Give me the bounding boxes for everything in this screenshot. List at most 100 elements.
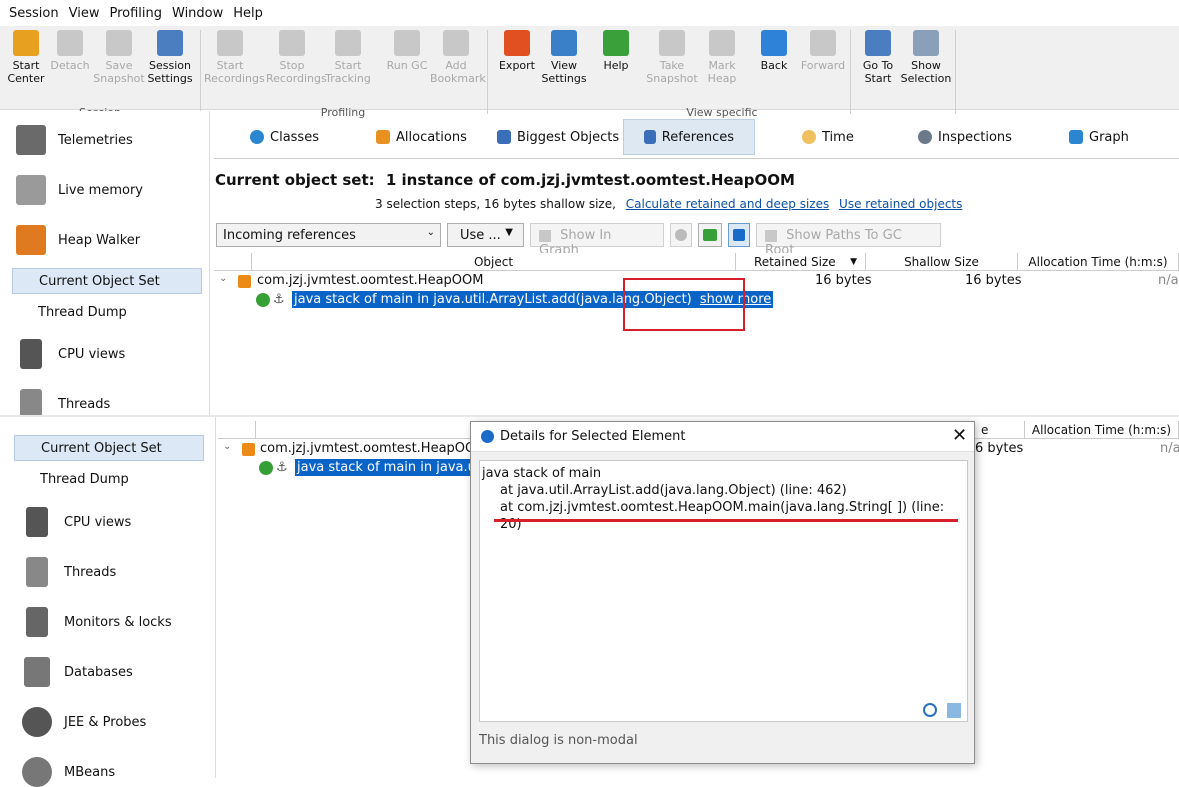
- settings-button[interactable]: [670, 223, 692, 247]
- sidebar-item-cpu-views[interactable]: CPU views: [16, 339, 125, 369]
- calculate-retained-link[interactable]: Calculate retained and deep sizes: [626, 197, 829, 211]
- filter-button[interactable]: [698, 223, 722, 247]
- menu-window[interactable]: Window: [167, 6, 228, 21]
- toolbar-button-label: Show Selection: [900, 59, 952, 85]
- mark-heap-icon: [709, 30, 735, 56]
- tab-time[interactable]: Time: [802, 119, 854, 155]
- heap-walker-icon: [16, 225, 46, 255]
- column-header-object[interactable]: O: [256, 421, 506, 439]
- save-snapshot-button[interactable]: Save Snapshot: [93, 30, 145, 85]
- classes-icon: [250, 130, 264, 144]
- take-snapshot-button[interactable]: Take Snapshot: [646, 30, 698, 85]
- sidebar-item-telemetries[interactable]: Telemetries: [16, 125, 133, 155]
- tab-biggest-objects[interactable]: Biggest Objects: [497, 119, 619, 155]
- back-button[interactable]: Back: [748, 30, 800, 72]
- menu-session[interactable]: Session: [4, 6, 64, 21]
- toolbar-separator: [850, 30, 851, 114]
- tabs-divider: [214, 158, 1179, 159]
- show-selection-button[interactable]: Show Selection: [900, 30, 952, 85]
- tab-graph[interactable]: Graph: [1069, 119, 1129, 155]
- tab-label: Time: [822, 129, 854, 145]
- sidebar-sub-thread-dump[interactable]: Thread Dump: [14, 467, 204, 493]
- start-tracking-button[interactable]: Start Tracking: [322, 30, 374, 85]
- sidebar-sub-thread-dump[interactable]: Thread Dump: [12, 300, 202, 326]
- toolbar-button-label: Run GC: [386, 59, 428, 72]
- detach-button[interactable]: Detach: [44, 30, 96, 72]
- sidebar-item-label: Heap Walker: [58, 232, 141, 248]
- sidebar-item-heap-walker[interactable]: Heap Walker: [16, 225, 140, 255]
- help-button[interactable]: Help: [590, 30, 642, 72]
- search-icon[interactable]: [923, 703, 937, 717]
- column-header-object[interactable]: Object: [252, 253, 736, 271]
- details-dialog: Details for Selected Element ✕ java stac…: [470, 421, 975, 764]
- collapse-chevron-icon[interactable]: ⌄: [219, 273, 227, 284]
- references-type-dropdown[interactable]: Incoming references ⌄: [216, 223, 441, 247]
- menu-help[interactable]: Help: [228, 6, 268, 21]
- cpu-views-icon: [26, 507, 48, 537]
- chevron-down-icon: ⌄: [426, 227, 435, 238]
- session-settings-button[interactable]: Session Settings: [144, 30, 196, 85]
- tab-inspections[interactable]: Inspections: [918, 119, 1012, 155]
- collapse-chevron-icon[interactable]: ⌄: [223, 441, 231, 452]
- export-icon: [504, 30, 530, 56]
- sidebar-item-live-memory[interactable]: Live memory: [16, 175, 143, 205]
- size-value: 6 bytes: [975, 441, 1024, 456]
- run-gc-button[interactable]: Run GC: [381, 30, 433, 72]
- view-settings-button[interactable]: View Settings: [538, 30, 590, 85]
- start-center-icon: [13, 30, 39, 56]
- graph-icon: [539, 229, 551, 242]
- sidebar-item-mbeans[interactable]: MBeans: [22, 757, 115, 787]
- column-header-retained-size[interactable]: e: [975, 421, 1025, 439]
- dropdown-value: Incoming references: [223, 228, 356, 243]
- info-icon: [733, 229, 745, 241]
- retained-size-value: 16 bytes: [815, 273, 872, 288]
- use-button-label: Use ...: [460, 228, 501, 243]
- stop-recordings-button[interactable]: Stop Recordings: [266, 30, 327, 85]
- object-set-subtitle: 3 selection steps, 16 bytes shallow size…: [375, 197, 962, 211]
- sidebar-item-jee-probes[interactable]: JEE & Probes: [22, 707, 146, 737]
- column-header-expander: [218, 421, 256, 439]
- column-header-retained-size[interactable]: Retained Size ▼: [736, 253, 866, 271]
- gear-icon: [918, 130, 932, 144]
- menu-view[interactable]: View: [64, 6, 105, 21]
- mark-heap-button[interactable]: Mark Heap: [696, 30, 748, 85]
- copy-icon[interactable]: [947, 703, 961, 718]
- go-to-start-button[interactable]: Go To Start: [852, 30, 904, 85]
- column-header-shallow-size[interactable]: Shallow Size: [866, 253, 1018, 271]
- toolbar-button-label: Session Settings: [147, 59, 193, 85]
- show-in-graph-button[interactable]: Show In Graph: [530, 223, 664, 258]
- clock-icon: [802, 130, 816, 144]
- export-button[interactable]: Export: [491, 30, 543, 72]
- go-to-start-icon: [865, 30, 891, 56]
- show-paths-to-gc-root-button[interactable]: Show Paths To GC Root: [756, 223, 941, 258]
- menu-profiling[interactable]: Profiling: [104, 6, 167, 21]
- toolbar: Start Center Detach Save Snapshot Session S…: [0, 26, 1179, 119]
- sidebar-sub-current-object-set[interactable]: Current Object Set: [14, 435, 204, 461]
- use-retained-objects-link[interactable]: Use retained objects: [839, 197, 962, 211]
- sidebar-item-databases[interactable]: Databases: [22, 657, 133, 687]
- tab-classes[interactable]: Classes: [250, 119, 319, 155]
- sidebar-sub-current-object-set[interactable]: Current Object Set: [12, 268, 202, 294]
- details-text-area[interactable]: java stack of main at java.util.ArrayLis…: [479, 460, 968, 722]
- sidebar-item-label: Telemetries: [58, 132, 133, 148]
- sidebar-item-monitors-locks[interactable]: Monitors & locks: [22, 607, 172, 637]
- use-button[interactable]: Use ... ▼: [447, 223, 524, 247]
- add-bookmark-button[interactable]: Add Bookmark: [430, 30, 486, 85]
- dialog-title-bar[interactable]: Details for Selected Element ✕: [471, 422, 974, 452]
- object-class-name: com.jzj.jvmtest.oomtest.HeapOOM: [257, 273, 484, 288]
- sidebar-item-label: Threads: [58, 396, 111, 412]
- toolbar-button-label: Start Tracking: [325, 59, 371, 85]
- stack-line: java stack of main: [482, 466, 602, 481]
- column-header-allocation-time[interactable]: Allocation Time (h:m:s): [1018, 253, 1179, 271]
- sidebar-item-threads[interactable]: Threads: [22, 557, 116, 587]
- start-recordings-button[interactable]: Start Recordings: [204, 30, 265, 85]
- column-header-allocation-time[interactable]: Allocation Time (h:m:s): [1025, 421, 1179, 439]
- info-button[interactable]: [728, 223, 750, 247]
- tab-references[interactable]: References: [623, 119, 755, 155]
- close-icon[interactable]: ✕: [952, 425, 967, 446]
- gc-root-icon: [256, 293, 270, 307]
- tab-allocations[interactable]: Allocations: [376, 119, 467, 155]
- sidebar-item-cpu-views[interactable]: CPU views: [22, 507, 131, 537]
- forward-button[interactable]: Forward: [797, 30, 849, 72]
- object-class-name: com.jzj.jvmtest.oomtest.HeapOOM: [260, 441, 487, 456]
